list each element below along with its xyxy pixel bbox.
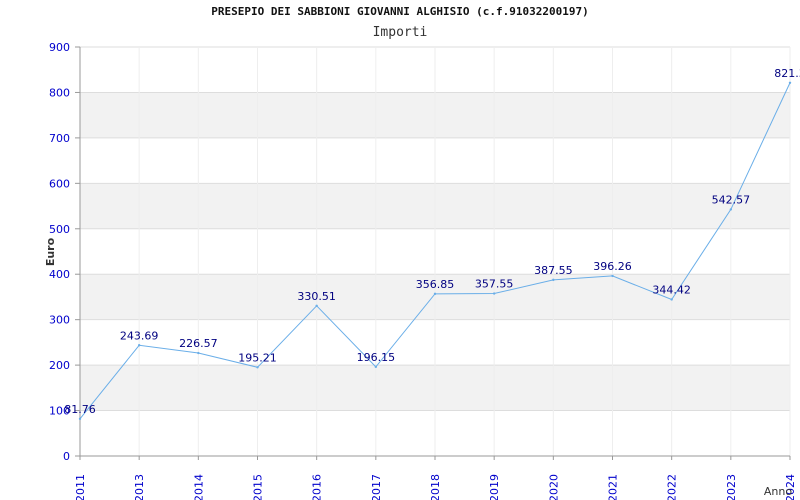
data-point	[197, 351, 200, 355]
data-label: 81.76	[64, 403, 96, 416]
x-tick-label: 2023	[725, 474, 738, 500]
plot-area: 01002003004005006007008009002011 2013 2014…	[44, 41, 800, 500]
y-tick-label: 900	[49, 41, 70, 54]
x-tick-label: 2019	[488, 474, 501, 500]
data-point	[374, 365, 378, 369]
data-point	[78, 417, 82, 421]
chart: PRESEPIO DEI SABBIONI GIOVANNI ALGHISIO …	[0, 0, 800, 500]
data-label: 356.85	[416, 278, 455, 291]
y-tick-label: 700	[49, 132, 70, 145]
x-tick-label: 2011	[74, 474, 87, 500]
data-point	[433, 292, 437, 296]
x-tick-label: 2018	[429, 474, 442, 500]
y-tick-label: 0	[63, 450, 70, 463]
data-point	[611, 274, 614, 278]
x-tick-label: 2016	[311, 474, 324, 500]
y-axis-label: Euro	[44, 237, 57, 266]
y-tick-label: 200	[49, 359, 70, 372]
data-point	[137, 344, 141, 347]
data-label: 344.42	[652, 283, 691, 296]
data-label: 387.55	[534, 264, 573, 277]
x-tick-label: 2015	[252, 474, 265, 500]
data-label: 195.21	[238, 351, 277, 364]
data-label: 330.51	[297, 290, 336, 303]
data-point	[256, 366, 259, 369]
x-tick-label: 2021	[607, 474, 620, 500]
x-tick-label: 2020	[547, 474, 560, 500]
data-label: 396.26	[593, 260, 632, 273]
data-point	[315, 304, 318, 308]
data-label: 821.3	[774, 67, 800, 80]
x-tick-label: 2017	[370, 474, 383, 500]
x-tick-label: 2014	[192, 474, 205, 500]
y-tick-label: 800	[49, 86, 70, 99]
data-point	[670, 298, 673, 301]
y-tick-label: 500	[49, 223, 70, 236]
data-point	[729, 208, 733, 211]
data-point	[788, 81, 792, 84]
data-label: 196.15	[357, 351, 396, 364]
data-point	[492, 292, 496, 295]
y-tick-label: 300	[49, 314, 70, 327]
x-tick-label: 2022	[666, 474, 679, 500]
data-label: 542.57	[712, 193, 751, 206]
y-tick-label: 400	[49, 268, 70, 281]
x-axis-label: Anno	[764, 485, 792, 498]
data-label: 357.55	[475, 278, 514, 291]
y-tick-label: 600	[49, 177, 70, 190]
x-tick-label: 2013	[133, 474, 146, 500]
data-label: 226.57	[179, 337, 218, 350]
data-label: 243.69	[120, 329, 159, 342]
data-point	[552, 278, 555, 282]
